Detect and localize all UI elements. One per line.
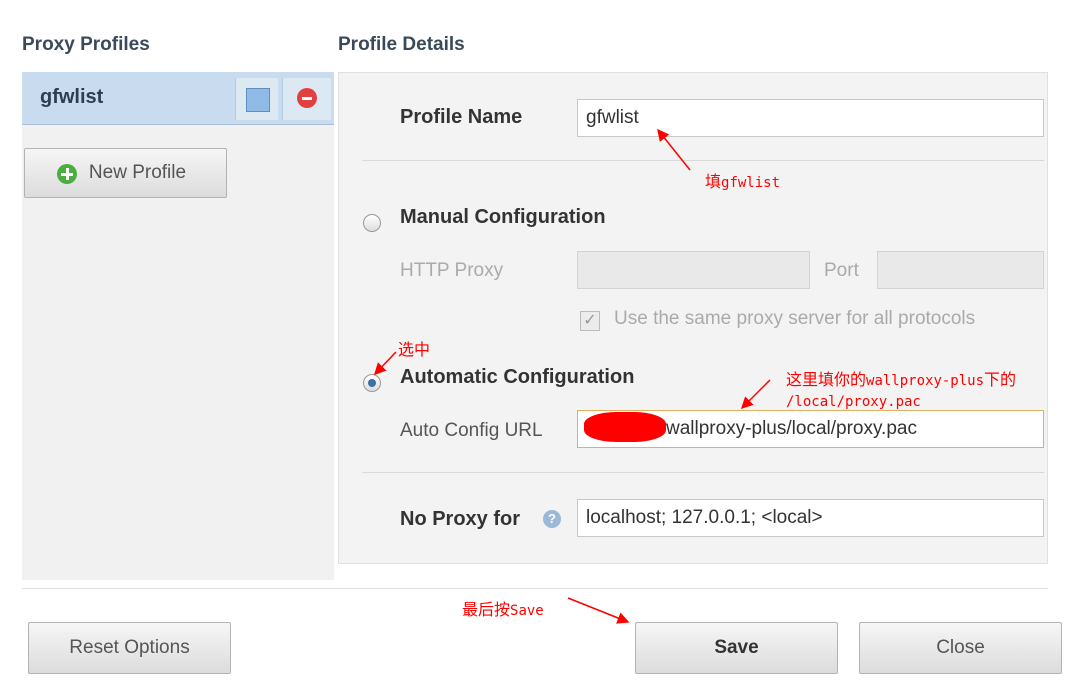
- annotation-url-note: 这里填你的wallproxy-plus下的 /local/proxy.pac: [786, 370, 1017, 410]
- color-swatch-icon: [246, 88, 270, 112]
- arrow-to-save: [567, 597, 630, 624]
- no-proxy-label: No Proxy for: [400, 508, 521, 530]
- plus-icon: [57, 164, 77, 184]
- divider: [362, 160, 1044, 161]
- profile-item-label: gfwlist: [40, 86, 104, 108]
- auto-config-url-label: Auto Config URL: [400, 420, 543, 441]
- port-label: Port: [824, 260, 859, 281]
- port-input[interactable]: [877, 251, 1044, 289]
- same-proxy-label: Use the same proxy server for all protoc…: [614, 308, 976, 329]
- profile-name-input[interactable]: gfwlist: [577, 99, 1044, 137]
- profile-color-button[interactable]: [235, 78, 278, 120]
- redaction-mark: [584, 412, 666, 442]
- delete-profile-button[interactable]: [282, 78, 331, 120]
- new-profile-button[interactable]: New Profile: [24, 148, 227, 198]
- help-icon[interactable]: ?: [543, 510, 561, 528]
- manual-config-label: Manual Configuration: [400, 206, 606, 228]
- reset-options-button[interactable]: Reset Options: [28, 622, 231, 674]
- proxy-profiles-title: Proxy Profiles: [22, 34, 150, 55]
- check-icon: ✓: [583, 312, 597, 329]
- annotation-select: 选中: [398, 340, 431, 359]
- new-profile-label: New Profile: [88, 162, 187, 183]
- automatic-config-radio[interactable]: [363, 374, 381, 392]
- delete-icon: [297, 88, 317, 108]
- close-button[interactable]: Close: [859, 622, 1062, 674]
- manual-config-radio[interactable]: [363, 214, 381, 232]
- automatic-config-label: Automatic Configuration: [400, 366, 635, 388]
- auto-config-url-value: wallproxy-plus/local/proxy.pac: [666, 418, 917, 439]
- profile-name-label: Profile Name: [400, 106, 523, 128]
- footer-divider: [22, 588, 1048, 589]
- http-proxy-label: HTTP Proxy: [400, 260, 504, 281]
- divider: [362, 472, 1044, 473]
- annotation-fill-gfwlist: 填gfwlist: [705, 172, 781, 191]
- annotation-save-note: 最后按Save: [462, 600, 544, 619]
- http-proxy-input[interactable]: [577, 251, 810, 289]
- profile-details-title: Profile Details: [338, 34, 465, 55]
- no-proxy-input[interactable]: localhost; 127.0.0.1; <local>: [577, 499, 1044, 537]
- save-button[interactable]: Save: [635, 622, 838, 674]
- same-proxy-checkbox[interactable]: ✓: [580, 311, 600, 331]
